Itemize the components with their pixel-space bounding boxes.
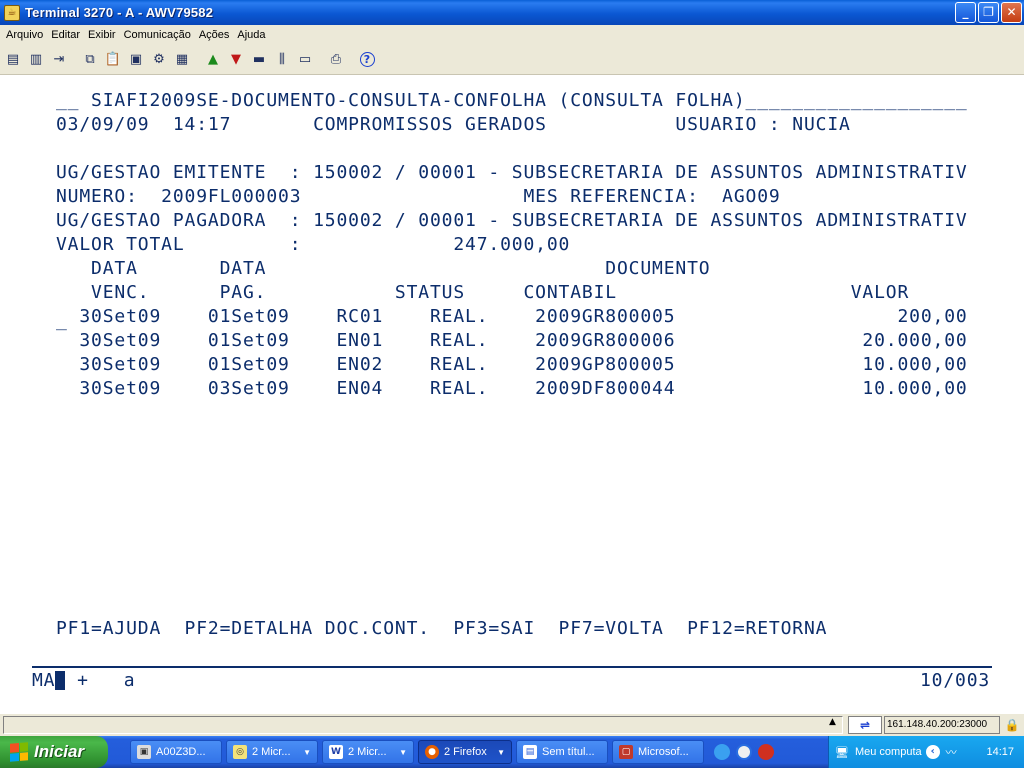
copy-screen-icon[interactable]: ▤ [3, 50, 23, 70]
java-icon: ☕ [4, 4, 20, 21]
play-macro-icon[interactable]: ⫼ [272, 50, 292, 70]
quick-launch-icons [714, 744, 774, 760]
table-row[interactable]: 30Set09 03Set09 EN04 REAL. 2009DF800044 … [56, 378, 968, 400]
text-cursor [55, 671, 66, 690]
clock: 14:17 [986, 746, 1014, 758]
oia-mode: MA [32, 670, 56, 691]
taskbar: Iniciar ▣ A00Z3D... ◎ 2 Micr... ▼ W 2 Mi… [0, 736, 1024, 768]
menu-arquivo[interactable]: Arquivo [2, 29, 47, 41]
status-message [3, 716, 843, 734]
valor-total-line: VALOR TOTAL : 247.000,00 [56, 234, 571, 255]
network-icon[interactable]: 〰 [946, 744, 957, 760]
menu-comunicacao[interactable]: Comunicação [120, 29, 195, 41]
help-button[interactable]: ? [357, 50, 377, 70]
numero-line: NUMERO: 2009FL000003 MES REFERENCIA: AGO… [56, 186, 781, 207]
media-icon[interactable] [758, 744, 774, 760]
oia-separator [32, 666, 992, 668]
cursor-position: 10/003 [920, 670, 991, 691]
menu-bar: Arquivo Editar Exibir Comunicação Ações … [0, 25, 1024, 45]
chevron-down-icon: ▼ [303, 747, 311, 757]
my-computer-icon[interactable]: 🖥 [835, 746, 849, 759]
table-row[interactable]: 30Set09 01Set09 EN01 REAL. 2009GR800006 … [56, 330, 968, 352]
oia-indicators: + a [77, 670, 136, 691]
terminal-icon: ▣ [137, 745, 151, 759]
date-user-line: 03/09/09 14:17 COMPROMISSOS GERADOS USUA… [56, 114, 851, 135]
taskbar-button-label: 2 Micr... [348, 746, 387, 758]
pf-keys-line: PF1=AJUDA PF2=DETALHA DOC.CONT. PF3=SAI … [56, 618, 828, 639]
taskbar-button-micr2[interactable]: W 2 Micr... ▼ [322, 740, 414, 764]
window-icon: ▢ [619, 745, 633, 759]
menu-exibir[interactable]: Exibir [84, 29, 120, 41]
receive-file-icon[interactable]: ▼ [226, 50, 246, 70]
tray-label[interactable]: Meu computa [855, 746, 922, 758]
table-header-1: DATA DATA DOCUMENTO [56, 258, 711, 279]
paste-append-icon[interactable]: ▣ [126, 50, 146, 70]
scroll-up-icon[interactable]: ▲ [829, 717, 836, 727]
ug-pagadora-line: UG/GESTAO PAGADORA : 150002 / 00001 - SU… [56, 210, 968, 231]
send-file-icon[interactable]: ▲ [203, 50, 223, 70]
display-icon[interactable]: ⎙ [326, 50, 346, 70]
taskbar-button-label: A00Z3D... [156, 746, 206, 758]
chevron-left-icon[interactable]: ‹ [925, 745, 940, 759]
screen-title-line: __ SIAFI2009SE-DOCUMENTO-CONSULTA-CONFOL… [56, 90, 968, 111]
table-row[interactable]: 30Set09 01Set09 EN02 REAL. 2009GP800005 … [56, 354, 968, 376]
record-macro-icon[interactable]: ▬ [249, 50, 269, 70]
document-icon: ▤ [523, 745, 537, 759]
firefox-icon: ● [425, 745, 439, 759]
ie-icon[interactable] [714, 744, 730, 760]
exit-icon[interactable]: ⇥ [49, 50, 69, 70]
menu-ajuda[interactable]: Ajuda [233, 29, 269, 41]
settings-icon[interactable]: ⚙ [149, 50, 169, 70]
taskbar-button-label: Microsof... [638, 746, 689, 758]
window-controls: _ ❐ ✕ [955, 2, 1022, 23]
table-header-2: VENC. PAG. STATUS CONTABIL VALOR [56, 282, 910, 303]
menu-acoes[interactable]: Ações [195, 29, 234, 41]
taskbar-button-label: 2 Firefox [444, 746, 487, 758]
connection-icon: ⇌ [848, 716, 882, 734]
table-row[interactable]: 30Set09 01Set09 RC01 REAL. 2009GR800005 … [56, 306, 968, 328]
ug-emitente-line: UG/GESTAO EMITENTE : 150002 / 00001 - SU… [56, 162, 968, 183]
help-icon: ? [359, 52, 375, 67]
browser-icon[interactable] [736, 744, 752, 760]
close-button[interactable]: ✕ [1001, 2, 1022, 23]
menu-editar[interactable]: Editar [47, 29, 84, 41]
app-icon: ◎ [233, 745, 247, 759]
chevron-down-icon: ▼ [399, 747, 407, 757]
status-bar: ▲ ⇌ 161.148.40.200:23000 🔒 [0, 713, 1024, 736]
toolbar: ▤ ▥ ⇥ ⧉ 📋 ▣ ⚙ ▦ ▲ ▼ ▬ ⫼ ▭ ⎙ ? [0, 45, 1024, 75]
window-title: Terminal 3270 - A - AWV79582 [25, 5, 214, 20]
word-icon: W [329, 745, 343, 759]
paste-icon[interactable]: 📋 [103, 50, 123, 70]
taskbar-button-label: Sem títul... [542, 746, 595, 758]
chevron-down-icon: ▼ [497, 747, 505, 757]
keypad-icon[interactable]: ▦ [172, 50, 192, 70]
windows-logo-icon [10, 742, 28, 762]
host-address: 161.148.40.200:23000 [884, 716, 1000, 734]
taskbar-button-firefox[interactable]: ● 2 Firefox ▼ [418, 740, 512, 764]
restore-button[interactable]: ❐ [978, 2, 999, 23]
taskbar-button-microsoft[interactable]: ▢ Microsof... [612, 740, 704, 764]
taskbar-button-micr1[interactable]: ◎ 2 Micr... ▼ [226, 740, 318, 764]
print-screen-icon[interactable]: ▥ [26, 50, 46, 70]
taskbar-button-label: 2 Micr... [252, 746, 291, 758]
lock-icon: 🔒 [1004, 718, 1020, 732]
taskbar-button-sem-titulo[interactable]: ▤ Sem títul... [516, 740, 608, 764]
oia-status-line: MA + a [32, 670, 136, 692]
stop-icon[interactable]: ▭ [295, 50, 315, 70]
terminal-screen[interactable]: __ SIAFI2009SE-DOCUMENTO-CONSULTA-CONFOL… [0, 76, 1024, 713]
start-button[interactable]: Iniciar [0, 736, 108, 768]
copy-icon[interactable]: ⧉ [80, 50, 100, 70]
title-bar[interactable]: ☕ Terminal 3270 - A - AWV79582 _ ❐ ✕ [0, 0, 1024, 25]
taskbar-button-terminal[interactable]: ▣ A00Z3D... [130, 740, 222, 764]
start-label: Iniciar [34, 742, 85, 761]
minimize-button[interactable]: _ [955, 2, 976, 23]
system-tray: 🖥 Meu computa ‹ 〰 14:17 [828, 736, 1024, 768]
